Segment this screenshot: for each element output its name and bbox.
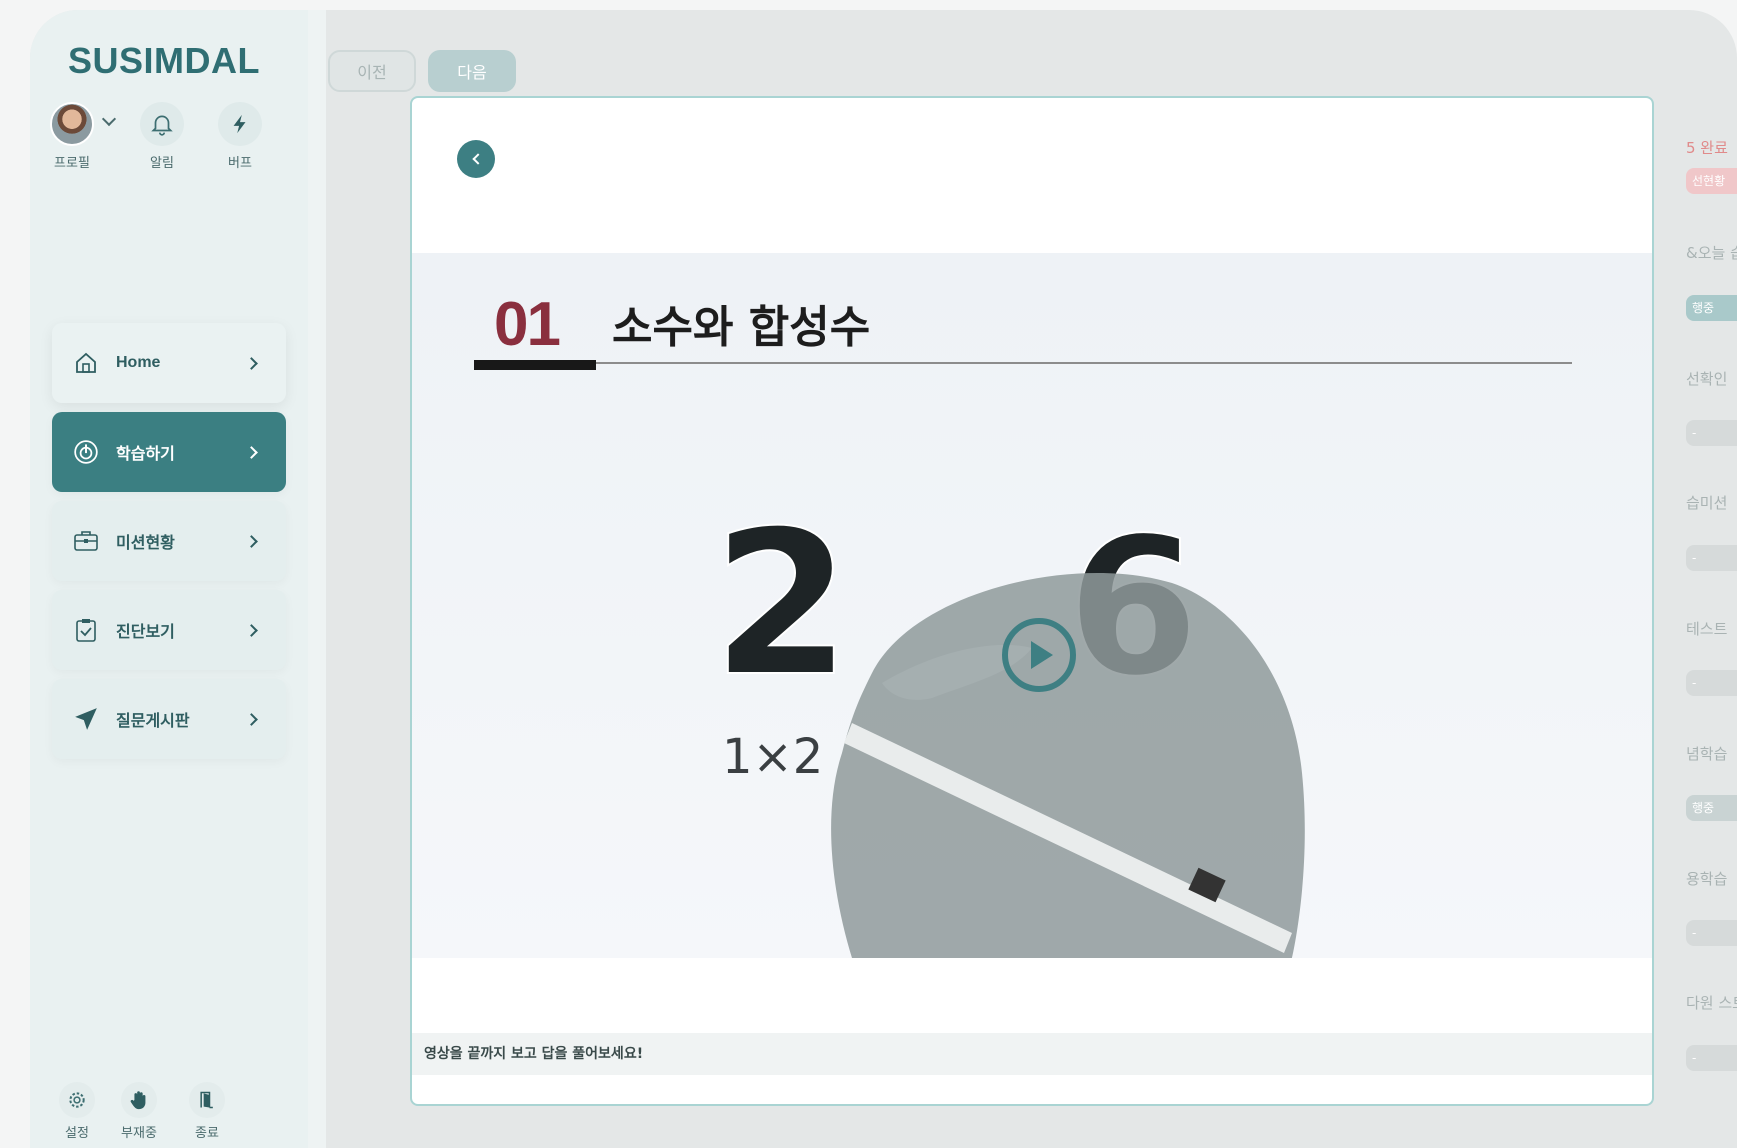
list-badge: - — [1686, 1045, 1737, 1071]
list-item: 다원 스트 — [1686, 994, 1737, 1012]
nav-label: 진단보기 — [116, 624, 175, 641]
next-button[interactable]: 다음 — [428, 50, 516, 92]
handwritten-factor: 1×2 — [722, 729, 823, 785]
nav-item-board[interactable]: 질문게시판 — [52, 679, 286, 759]
alarm-label: 알림 — [150, 156, 174, 171]
background-progress-list: 5 완료 선현황 &오늘 습 행중 선확인 - 습미션 - 테스트 - 념학습 … — [1650, 10, 1737, 1148]
home-icon — [76, 352, 96, 373]
list-badge: 선현황 — [1686, 168, 1737, 194]
nav-label: Home — [116, 354, 161, 371]
chevron-right-icon — [245, 356, 258, 370]
list-badge: - — [1686, 545, 1737, 571]
send-icon — [75, 708, 97, 730]
nav-item-study[interactable]: 학습하기 — [52, 412, 286, 492]
briefcase-icon — [74, 531, 98, 551]
chevron-down-icon[interactable] — [101, 111, 117, 127]
brand-logo: SUSIMDAL — [68, 40, 260, 81]
avatar — [50, 102, 94, 146]
clipboard-check-icon — [76, 619, 96, 642]
gear-icon — [69, 1092, 85, 1108]
app-frame: SUSIMDAL 프로필 알림 버프 Home 학습하기 미션현황 진단보기 질… — [30, 10, 1737, 1148]
list-item: 테스트 — [1686, 620, 1728, 638]
profile-label: 프로필 — [54, 156, 90, 171]
nav-label: 학습하기 — [116, 446, 175, 463]
list-item: &오늘 습 — [1686, 244, 1737, 262]
list-item: 선확인 — [1686, 370, 1728, 388]
settings-label: 설정 — [65, 1126, 89, 1141]
list-item: 5 완료 — [1686, 139, 1728, 157]
video-modal: 01 소수와 합성수 2 6 1×2 영상을 끝까지 보고 답을 풀어보세요! — [410, 96, 1654, 1106]
chevron-right-icon — [245, 712, 258, 726]
play-button[interactable] — [1002, 618, 1076, 692]
chevron-right-icon — [245, 534, 258, 548]
settings-button[interactable]: 설정 — [52, 1082, 102, 1141]
prev-button[interactable]: 이전 — [328, 50, 416, 92]
exit-label: 종료 — [195, 1126, 219, 1141]
list-item: 념학습 — [1686, 745, 1728, 763]
profile-button[interactable]: 프로필 — [50, 102, 117, 171]
buff-label: 버프 — [228, 156, 252, 171]
back-button[interactable] — [457, 140, 495, 178]
study-icon — [74, 440, 98, 464]
lightning-icon — [233, 114, 246, 134]
nav-item-diagnosis[interactable]: 진단보기 — [52, 590, 286, 670]
list-item: 용학습 — [1686, 870, 1728, 888]
nav-item-home[interactable]: Home — [52, 323, 286, 403]
door-icon — [200, 1091, 213, 1109]
instruction-text: 영상을 끝까지 보고 답을 풀어보세요! — [412, 1033, 1652, 1075]
nav-label: 질문게시판 — [116, 713, 190, 730]
alarm-button[interactable]: 알림 — [140, 102, 184, 171]
nav-label: 미션현황 — [116, 535, 175, 552]
list-badge: - — [1686, 920, 1737, 946]
chevron-left-icon — [471, 153, 484, 165]
list-item: 습미션 — [1686, 494, 1728, 512]
away-button[interactable]: 부재중 — [114, 1082, 164, 1141]
sidebar: SUSIMDAL 프로필 알림 버프 Home 학습하기 미션현황 진단보기 질… — [30, 10, 326, 1148]
sidebar-footer: 설정 부재중 종료 — [52, 1082, 252, 1142]
chevron-right-icon — [245, 445, 258, 459]
list-badge: 행중 — [1686, 295, 1737, 321]
handwritten-digit: 2 — [712, 488, 851, 721]
buff-button[interactable]: 버프 — [218, 102, 262, 171]
nav-item-mission[interactable]: 미션현황 — [52, 501, 286, 581]
away-label: 부재중 — [121, 1126, 157, 1141]
video-player[interactable]: 01 소수와 합성수 2 6 1×2 — [412, 253, 1652, 958]
bell-icon — [151, 115, 173, 136]
play-icon — [1031, 641, 1053, 669]
whiteboard-drawing: 2 6 1×2 — [711, 487, 1305, 958]
exit-button[interactable]: 종료 — [182, 1082, 232, 1141]
list-badge: 행중 — [1686, 795, 1737, 821]
chevron-right-icon — [245, 623, 258, 637]
hand-icon — [130, 1091, 146, 1110]
header-icons: 프로필 알림 버프 — [50, 102, 310, 182]
list-badge: - — [1686, 670, 1737, 696]
list-badge: - — [1686, 420, 1737, 446]
